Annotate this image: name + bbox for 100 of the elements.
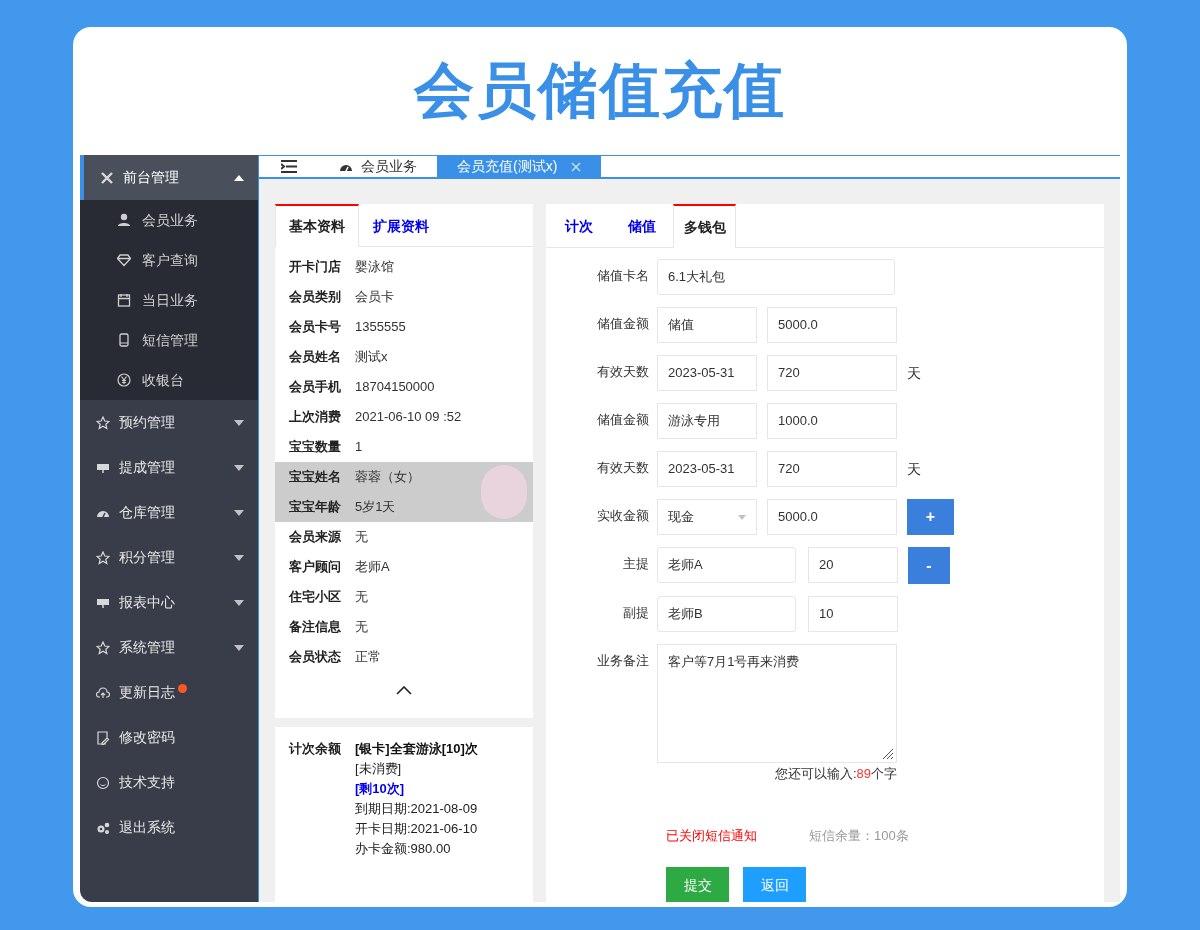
char-counter: 您还可以输入:89个字: [774, 765, 897, 783]
field-label: 会员状态: [289, 648, 342, 667]
cloud-upload-icon: [96, 685, 110, 700]
sidebar-item[interactable]: 退出系统: [80, 805, 258, 850]
input-field[interactable]: 720: [767, 355, 897, 391]
field-label: 上次消费: [289, 408, 342, 427]
yen-icon: [117, 373, 131, 387]
field-label: 备注信息: [289, 618, 342, 637]
smile-icon: [96, 775, 110, 790]
field-label: 宝宝姓名: [289, 468, 342, 487]
input-field[interactable]: 1000.0: [767, 403, 897, 439]
close-icon[interactable]: [571, 161, 582, 172]
staff-field[interactable]: 老师A: [657, 547, 796, 583]
form-label: 储值金额: [596, 315, 650, 333]
form-label: 储值卡名: [596, 267, 650, 285]
resize-grip-icon[interactable]: [882, 748, 894, 760]
collapse-chevron-icon[interactable]: [396, 686, 412, 695]
field-value: 无: [355, 588, 368, 607]
gears-icon: [96, 820, 110, 835]
sms-notice-status: 已关闭短信通知: [666, 826, 757, 845]
balance-line: [银卡]全套游泳[10]次: [355, 740, 478, 758]
balance-line: [剩10次]: [355, 780, 406, 798]
sidebar-item[interactable]: 报表中心: [80, 580, 258, 625]
caret-icon: [738, 514, 746, 520]
submenu-item[interactable]: 当日业务: [80, 280, 258, 320]
field-label: 住宅小区: [289, 588, 342, 607]
caret-icon: [234, 599, 244, 606]
sms-balance-text: 短信余量：100条: [809, 826, 909, 845]
sidebar-item[interactable]: 技术支持: [80, 760, 258, 805]
field-label: 开卡门店: [289, 258, 342, 277]
sidebar-item[interactable]: 修改密码: [80, 715, 258, 760]
edit-icon: [96, 730, 110, 745]
caret-icon: [234, 644, 244, 651]
button-control[interactable]: -: [908, 547, 950, 584]
form-label: 实收金额: [596, 507, 650, 525]
panel-tab[interactable]: 储值: [610, 204, 673, 247]
caret-icon: [234, 464, 244, 471]
field-value: 5岁1天: [355, 498, 396, 517]
panel-tab[interactable]: 扩展资料: [359, 204, 443, 246]
form-label: 储值金额: [596, 411, 650, 429]
field-label: 会员来源: [289, 528, 342, 547]
field-value: 18704150000: [355, 378, 435, 397]
field-label: 会员手机: [289, 378, 342, 397]
field-value: 无: [355, 528, 368, 547]
input-field[interactable]: 游泳专用: [657, 403, 757, 439]
balance-line: [未消费]: [355, 760, 403, 778]
star-icon: [96, 415, 110, 430]
input-field[interactable]: 2023-05-31: [657, 355, 757, 391]
caret-icon: [234, 174, 244, 181]
field-value: 无: [355, 618, 368, 637]
field-value: 测试x: [355, 348, 388, 367]
balance-line: 开卡日期:2021-06-10: [355, 820, 478, 838]
field-label: 宝宝数量: [289, 438, 342, 457]
submenu-item[interactable]: 客户查询: [80, 240, 258, 280]
submenu-item[interactable]: 会员业务: [80, 200, 258, 240]
field-value: 2021-06-10 09 :52: [355, 408, 462, 427]
star-icon: [96, 640, 110, 655]
button-control[interactable]: +: [907, 499, 954, 535]
sidebar-item[interactable]: 提成管理: [80, 445, 258, 490]
sidebar-item[interactable]: 积分管理: [80, 535, 258, 580]
form-label: 业务备注: [596, 652, 650, 670]
star-icon: [96, 550, 110, 565]
unit-label: 天: [907, 460, 921, 479]
sidebar-item[interactable]: 前台管理: [80, 155, 258, 200]
field-label: 会员姓名: [289, 348, 342, 367]
diamond-icon: [117, 253, 131, 267]
input-field[interactable]: 20: [808, 547, 898, 583]
field-value: 正常: [355, 648, 381, 667]
form-label: 有效天数: [596, 459, 650, 477]
input-field[interactable]: 5000.0: [767, 499, 897, 535]
unit-label: 天: [907, 364, 921, 383]
input-field[interactable]: 储值: [657, 307, 757, 343]
field-value: 1: [355, 438, 363, 457]
caret-icon: [234, 554, 244, 561]
form-label: 有效天数: [596, 363, 650, 381]
phone-icon: [117, 333, 131, 347]
input-field[interactable]: 2023-05-31: [657, 451, 757, 487]
balance-line: 到期日期:2021-08-09: [355, 800, 478, 818]
field-label: 宝宝年龄: [289, 498, 342, 517]
note-textarea[interactable]: 客户等7月1号再来消费: [657, 644, 897, 763]
submenu-item[interactable]: 收银台: [80, 360, 258, 400]
input-field[interactable]: 10: [808, 596, 898, 632]
sidebar-item[interactable]: 仓库管理: [80, 490, 258, 535]
card-name-field[interactable]: 6.1大礼包: [657, 259, 895, 295]
submenu-item[interactable]: 短信管理: [80, 320, 258, 360]
sidebar-item[interactable]: 系统管理: [80, 625, 258, 670]
sidebar-item[interactable]: 预约管理: [80, 400, 258, 445]
calendar-icon: [117, 293, 131, 307]
panel-tab[interactable]: 基本资料: [275, 204, 359, 247]
field-value: 老师A: [355, 558, 390, 577]
panel-tab[interactable]: 计次: [547, 204, 610, 247]
payment-select[interactable]: 现金: [657, 499, 757, 535]
menu-icon[interactable]: [281, 160, 297, 173]
input-field[interactable]: 5000.0: [767, 307, 897, 343]
user-icon: [117, 213, 131, 227]
sidebar-item[interactable]: 更新日志: [80, 670, 258, 715]
field-label: 会员类别: [289, 288, 342, 307]
input-field[interactable]: 720: [767, 451, 897, 487]
staff-field[interactable]: 老师B: [657, 596, 796, 632]
panel-tab[interactable]: 多钱包: [673, 204, 736, 248]
